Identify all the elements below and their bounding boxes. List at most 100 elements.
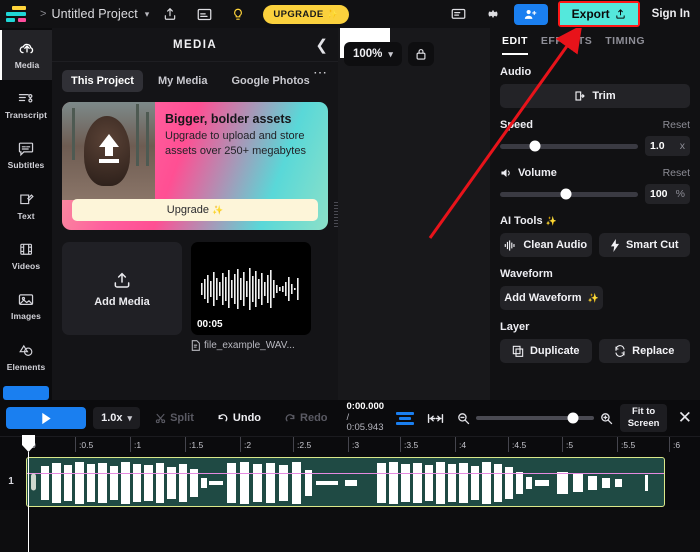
fit-to-screen-button[interactable]: Fit to Screen: [620, 404, 667, 432]
sidebar-item-videos[interactable]: Videos: [0, 231, 52, 281]
comments-icon[interactable]: [446, 3, 472, 25]
timeline-zoom-knob[interactable]: [567, 412, 579, 424]
media-asset-item[interactable]: 00:05 file_example_WAV...: [191, 242, 311, 351]
speed-value: 1.0: [650, 140, 665, 152]
undo-button[interactable]: Undo: [209, 407, 269, 429]
tab-effects[interactable]: EFFECTS: [541, 35, 592, 55]
track-number: 1: [8, 475, 14, 487]
time-readout: 0:00.000 / 0:05.943: [347, 401, 388, 435]
split-button[interactable]: Split: [147, 407, 202, 429]
waveform-thumb-icon: [201, 267, 299, 310]
zoom-level-value: 100%: [353, 48, 383, 60]
add-media-label: Add Media: [94, 295, 150, 308]
app-logo-icon[interactable]: [6, 5, 32, 23]
playhead-icon[interactable]: [22, 435, 35, 452]
lock-icon: [416, 48, 426, 60]
ruler-tick: :4: [455, 437, 466, 453]
canvas-lock-button[interactable]: [407, 42, 434, 66]
project-name[interactable]: Untitled Project: [51, 7, 137, 21]
volume-slider-knob[interactable]: [560, 188, 572, 200]
sidebar-item-label: Elements: [6, 361, 46, 372]
sidebar-item-transcript[interactable]: Transcript: [0, 80, 52, 130]
idea-bulb-icon[interactable]: [225, 3, 251, 25]
sidebar-item-elements[interactable]: Elements: [0, 332, 52, 382]
marker-icon[interactable]: [396, 411, 415, 425]
add-waveform-button[interactable]: Add Waveform ✨: [500, 286, 603, 310]
sidebar-item-label: Media: [14, 59, 40, 70]
sidebar-item-images[interactable]: Images: [0, 282, 52, 332]
video-editor-app: > Untitled Project ▾ UPGRADE ✨ Export Si…: [0, 0, 700, 552]
redo-button[interactable]: Redo: [276, 407, 336, 429]
chevron-down-icon: ▾: [388, 48, 393, 59]
replace-button[interactable]: Replace: [598, 339, 690, 363]
ruler-tick: :2: [240, 437, 251, 453]
volume-slider[interactable]: [500, 188, 638, 200]
chevron-down-icon: ▾: [127, 412, 133, 423]
asset-duration: 00:05: [197, 319, 223, 330]
duplicate-button[interactable]: Duplicate: [500, 339, 592, 363]
play-button[interactable]: [6, 407, 87, 429]
preview-canvas[interactable]: 100% ▾: [338, 26, 490, 400]
upload-cloud-icon: [19, 43, 34, 53]
volume-label: Volume: [518, 167, 557, 179]
more-options-icon[interactable]: ⋯: [313, 64, 328, 81]
volume-reset-button[interactable]: Reset: [663, 167, 690, 179]
tab-my-media[interactable]: My Media: [149, 70, 217, 92]
smart-cut-button[interactable]: Smart Cut: [598, 233, 690, 257]
share-icon[interactable]: [157, 3, 183, 25]
captions-icon[interactable]: [191, 3, 217, 25]
add-media-button[interactable]: Add Media: [62, 242, 182, 335]
tab-timing[interactable]: TIMING: [605, 35, 645, 55]
promo-upgrade-button[interactable]: Upgrade ✨: [72, 199, 318, 221]
zoom-out-icon[interactable]: [457, 412, 470, 425]
speed-slider[interactable]: [500, 140, 638, 152]
speed-label: Speed: [500, 119, 534, 131]
sign-in-button[interactable]: Sign In: [652, 8, 690, 20]
panel-title: MEDIA: [172, 38, 218, 51]
sidebar-item-text[interactable]: Text: [0, 181, 52, 231]
promo-text: Bigger, bolder assets Upgrade to upload …: [165, 112, 320, 158]
tab-google-photos[interactable]: Google Photos: [222, 70, 318, 92]
speed-reset-button[interactable]: Reset: [663, 119, 690, 131]
inspector-panel: EDIT EFFECTS TIMING Audio Trim Speed Res…: [490, 28, 700, 400]
sidebar-item-subtitles[interactable]: Subtitles: [0, 131, 52, 181]
upgrade-label: UPGRADE: [273, 8, 324, 20]
timeline-zoom-controls: [457, 412, 613, 425]
speed-slider-knob[interactable]: [529, 140, 540, 152]
export-label: Export: [571, 7, 610, 21]
project-menu-caret-icon[interactable]: ▾: [145, 9, 150, 20]
upload-icon: [114, 272, 130, 288]
sidebar-item-label: Subtitles: [7, 160, 45, 171]
redo-icon: [285, 413, 295, 421]
speed-slider-row: 1.0 x: [500, 136, 690, 156]
canvas-zoom-controls: 100% ▾: [344, 42, 434, 66]
gear-icon[interactable]: [480, 3, 506, 25]
speed-value-box[interactable]: 1.0 x: [645, 136, 690, 156]
timeline-ruler[interactable]: 0 :0.5 :1 :1.5 :2 :2.5 :3 :3.5 :4 :4.5 :…: [0, 435, 700, 453]
upgrade-button[interactable]: UPGRADE ✨: [263, 4, 350, 24]
audio-clip[interactable]: [26, 457, 665, 507]
clip-trim-handle[interactable]: [31, 473, 36, 491]
timeline-zoom-slider[interactable]: [476, 412, 595, 424]
image-icon: [18, 294, 34, 306]
sidebar-item-media[interactable]: Media: [0, 30, 52, 81]
tab-edit[interactable]: EDIT: [502, 35, 528, 55]
export-button[interactable]: Export: [559, 3, 638, 25]
tab-this-project[interactable]: This Project: [62, 70, 143, 92]
upgrade-promo-card[interactable]: Bigger, bolder assets Upgrade to upload …: [62, 102, 328, 230]
clip-volume-line[interactable]: [27, 472, 664, 474]
invite-collaborator-button[interactable]: [513, 3, 548, 25]
ai-tools-heading-group: AI Tools ✨: [500, 215, 690, 227]
rail-promo-bar[interactable]: [3, 386, 49, 400]
playback-speed-dropdown[interactable]: 1.0x ▾: [93, 407, 141, 429]
volume-value-box[interactable]: 100 %: [645, 184, 690, 204]
clean-audio-button[interactable]: Clean Audio: [500, 233, 592, 257]
zoom-level-dropdown[interactable]: 100% ▾: [344, 42, 402, 66]
timeline-track-area: 1: [0, 452, 700, 552]
fit-selection-icon[interactable]: [423, 407, 448, 429]
close-icon[interactable]: ✕: [678, 408, 692, 428]
chevron-left-icon[interactable]: ❮: [315, 36, 328, 54]
upgrade-sparkle-icon: ✨: [326, 8, 339, 19]
zoom-in-icon[interactable]: [600, 412, 613, 425]
trim-button[interactable]: Trim: [500, 84, 690, 108]
